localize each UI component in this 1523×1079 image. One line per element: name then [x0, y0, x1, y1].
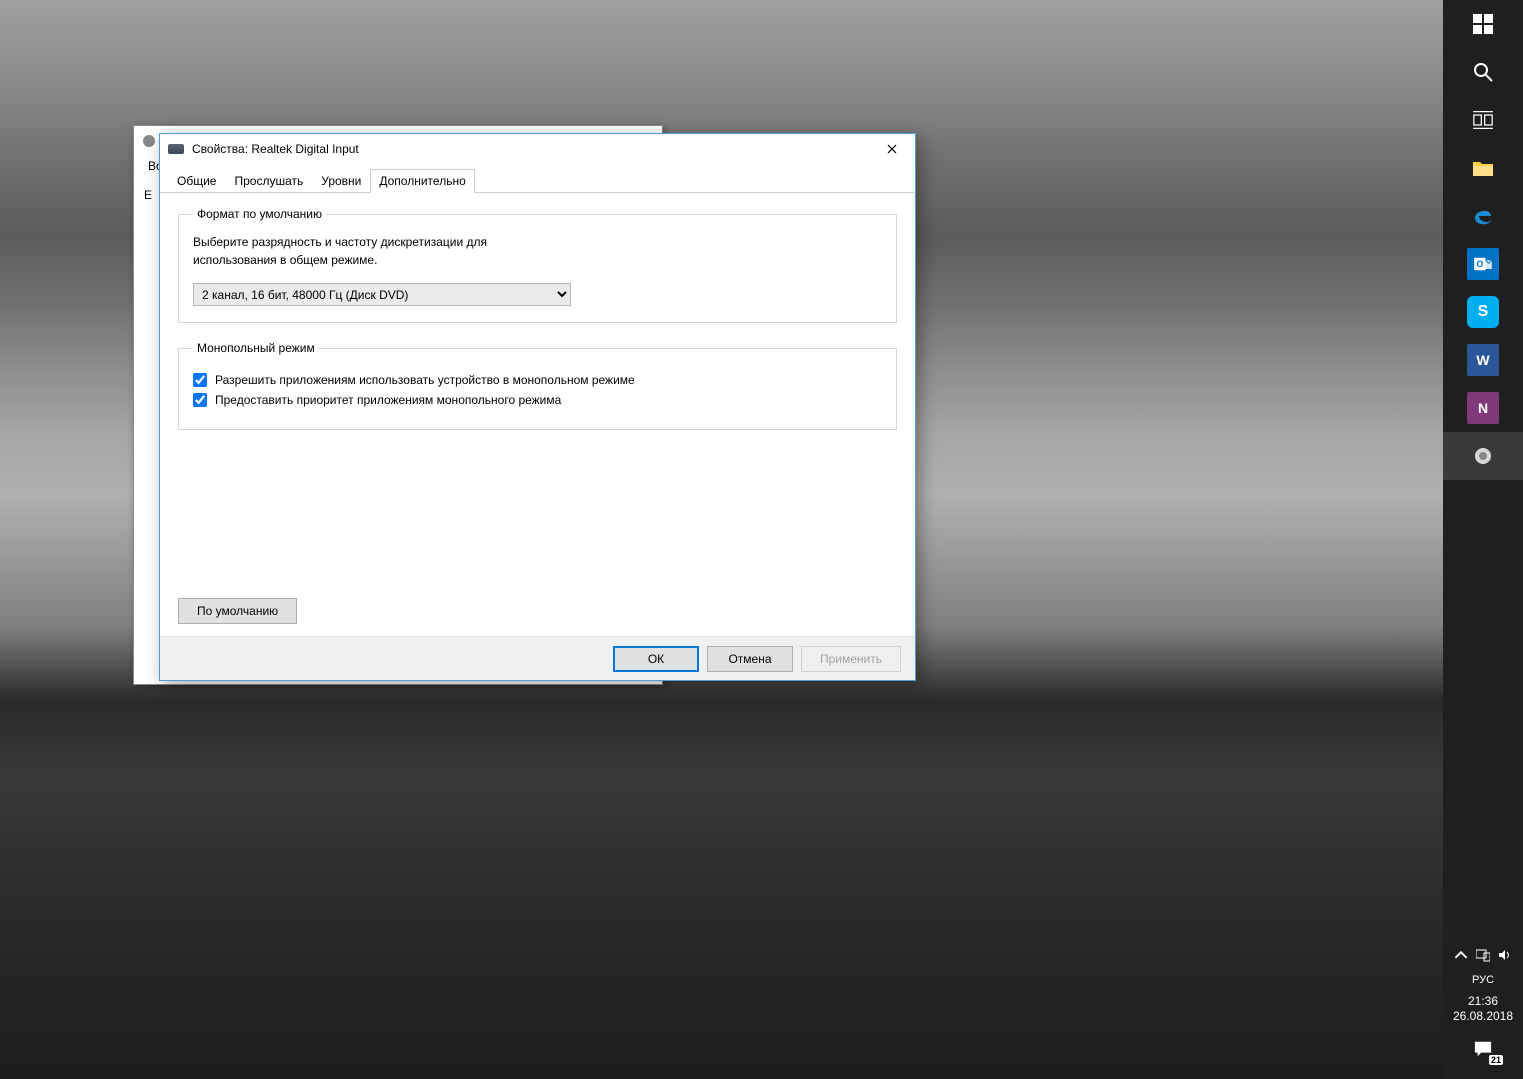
- task-view-button[interactable]: [1443, 96, 1523, 144]
- tab-listen[interactable]: Прослушать: [225, 169, 312, 193]
- taskbar: O S W N РУС 21:36 26.08.2018 21: [1443, 0, 1523, 1079]
- tray-row-1: [1443, 944, 1523, 970]
- tray-language[interactable]: РУС: [1472, 974, 1494, 986]
- tray-volume-icon[interactable]: [1498, 948, 1512, 965]
- svg-text:O: O: [1476, 259, 1483, 269]
- taskbar-sound-settings[interactable]: [1443, 432, 1523, 480]
- task-view-icon: [1473, 110, 1493, 130]
- word-icon: W: [1467, 344, 1499, 376]
- onenote-icon: N: [1467, 392, 1499, 424]
- device-icon: [168, 144, 184, 154]
- format-select[interactable]: 2 канал, 16 бит, 48000 Гц (Диск DVD): [193, 283, 571, 306]
- taskbar-onenote[interactable]: N: [1443, 384, 1523, 432]
- tray-time: 21:36: [1453, 994, 1513, 1010]
- edge-icon: [1473, 206, 1493, 226]
- exclusive-priority-row[interactable]: Предоставить приоритет приложениям моноп…: [193, 393, 882, 407]
- skype-icon: S: [1467, 296, 1499, 328]
- exclusive-mode-group: Монопольный режим Разрешить приложениям …: [178, 341, 897, 430]
- dialog-title: Свойства: Realtek Digital Input: [192, 142, 869, 156]
- windows-icon: [1473, 14, 1493, 34]
- cancel-button[interactable]: Отмена: [707, 646, 793, 672]
- search-icon: [1473, 62, 1493, 82]
- apply-button[interactable]: Применить: [801, 646, 901, 672]
- exclusive-mode-legend: Монопольный режим: [193, 341, 319, 355]
- dialog-titlebar: Свойства: Realtek Digital Input: [160, 134, 915, 164]
- tray-chevron-up[interactable]: [1454, 948, 1468, 965]
- exclusive-allow-label: Разрешить приложениям использовать устро…: [215, 373, 635, 387]
- taskbar-edge[interactable]: [1443, 192, 1523, 240]
- action-center-button[interactable]: 21: [1443, 1029, 1523, 1069]
- default-format-description: Выберите разрядность и частоту дискретиз…: [193, 233, 573, 269]
- taskbar-word[interactable]: W: [1443, 336, 1523, 384]
- taskbar-search-button[interactable]: [1443, 48, 1523, 96]
- tray-date: 26.08.2018: [1453, 1009, 1513, 1025]
- restore-defaults-button[interactable]: По умолчанию: [178, 598, 297, 624]
- tray-devices-icon[interactable]: [1476, 948, 1490, 965]
- taskbar-outlook[interactable]: O: [1443, 240, 1523, 288]
- folder-icon: [1473, 158, 1493, 178]
- ok-button[interactable]: ОК: [613, 646, 699, 672]
- close-button[interactable]: [869, 134, 915, 164]
- default-format-group: Формат по умолчанию Выберите разрядность…: [178, 207, 897, 323]
- sound-device-icon: [1473, 446, 1493, 466]
- outlook-icon: O: [1467, 248, 1499, 280]
- speaker-icon: [142, 134, 156, 148]
- tray-clock[interactable]: 21:36 26.08.2018: [1453, 990, 1513, 1029]
- action-center-count: 21: [1489, 1055, 1503, 1065]
- tab-advanced[interactable]: Дополнительно: [370, 169, 474, 193]
- tab-content-advanced: Формат по умолчанию Выберите разрядность…: [160, 193, 915, 636]
- taskbar-skype[interactable]: S: [1443, 288, 1523, 336]
- exclusive-priority-label: Предоставить приоритет приложениям моноп…: [215, 393, 561, 407]
- exclusive-allow-checkbox[interactable]: [193, 373, 207, 387]
- tab-levels[interactable]: Уровни: [312, 169, 370, 193]
- default-format-legend: Формат по умолчанию: [193, 207, 326, 221]
- dialog-tabs: Общие Прослушать Уровни Дополнительно: [160, 164, 915, 193]
- exclusive-allow-row[interactable]: Разрешить приложениям использовать устро…: [193, 373, 882, 387]
- start-button[interactable]: [1443, 0, 1523, 48]
- exclusive-priority-checkbox[interactable]: [193, 393, 207, 407]
- taskbar-file-explorer[interactable]: [1443, 144, 1523, 192]
- tab-general[interactable]: Общие: [168, 169, 225, 193]
- properties-dialog: Свойства: Realtek Digital Input Общие Пр…: [159, 133, 916, 681]
- dialog-button-bar: ОК Отмена Применить: [160, 636, 915, 680]
- close-icon: [887, 144, 897, 154]
